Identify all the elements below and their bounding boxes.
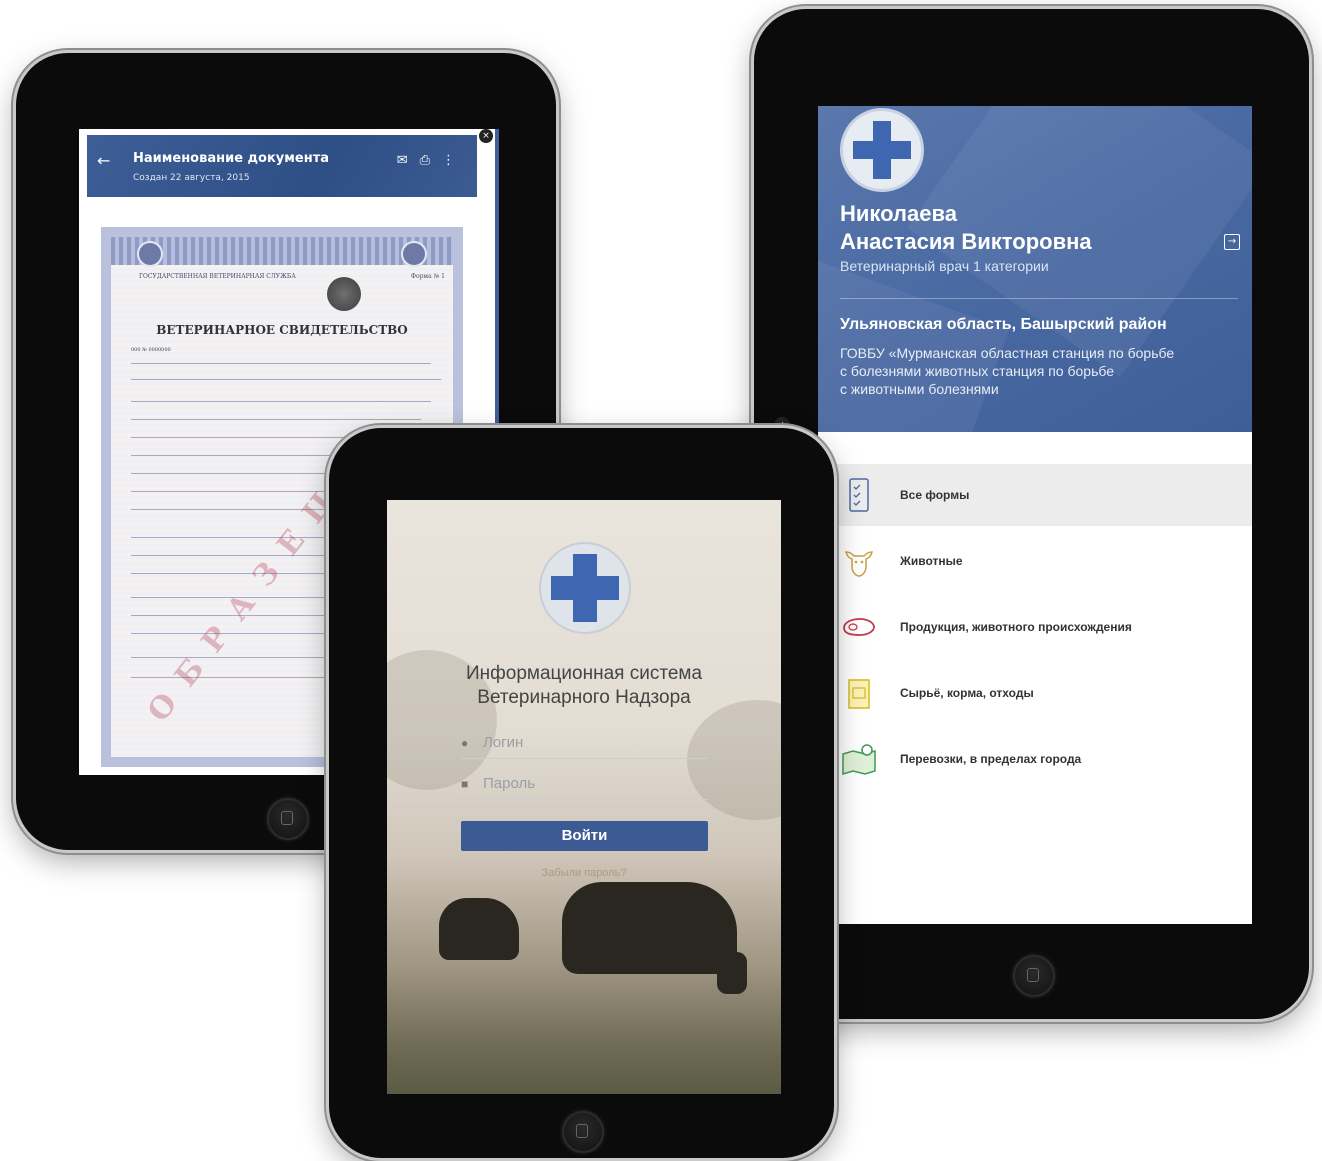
seal-icon (327, 277, 361, 311)
login-button[interactable]: Войти (461, 821, 708, 851)
user-surname: Николаева (840, 201, 957, 226)
menu-label: Продукция, животного происхождения (900, 620, 1132, 634)
specimen-stamp: ОБРАЗЕЦ (141, 471, 353, 729)
checklist-icon (849, 478, 869, 512)
login-placeholder: Логин (483, 734, 524, 751)
document-subtitle: Создан 22 августа, 2015 (133, 173, 250, 183)
logo-cross (853, 141, 911, 159)
certificate-form-number: Форма № 1 (411, 273, 445, 280)
emblem-icon (137, 241, 163, 267)
menu-label: Перевозки, в пределах города (900, 752, 1082, 766)
user-name: Николаева Анастасия Викторовна (840, 200, 1092, 256)
logo-icon (539, 542, 631, 634)
profile-header: Николаева Анастасия Викторовна → Ветерин… (818, 106, 1252, 432)
org-line: с болезнями животных станция по борьбе (840, 363, 1115, 379)
logo-cross (551, 576, 619, 600)
menu-item-all-forms[interactable]: Все формы (818, 464, 1252, 526)
certificate-header: ГОСУДАРСТВЕННАЯ ВЕТЕРИНАРНАЯ СЛУЖБА (139, 273, 296, 280)
certificate-line (131, 379, 441, 380)
cow-head-icon (845, 551, 873, 577)
password-field[interactable]: ■ Пароль (461, 775, 708, 800)
mail-icon[interactable]: ✉ (397, 153, 420, 168)
menu-item-raw-materials[interactable]: Сырьё, корма, отходы (818, 662, 1252, 724)
background-tree (687, 700, 781, 820)
print-icon[interactable]: ⎙ (420, 153, 442, 168)
sack-icon (848, 679, 870, 709)
document-actions: ✉⎙⋮ (397, 153, 467, 168)
user-region: Ульяновская область, Башырский район (840, 316, 1167, 333)
tablet-login: Информационная система Ветеринарного Над… (329, 428, 834, 1158)
profile-screen: Николаева Анастасия Викторовна → Ветерин… (818, 106, 1252, 924)
menu-item-animal-products[interactable]: Продукция, животного происхождения (818, 596, 1252, 658)
tablet-profile: Николаева Анастасия Викторовна → Ветерин… (754, 9, 1309, 1019)
emblem-icon (401, 241, 427, 267)
menu-item-animals[interactable]: Животные (818, 530, 1252, 592)
forgot-password-link[interactable]: Забыли пароль? (387, 867, 781, 879)
login-screen: Информационная система Ветеринарного Над… (387, 500, 781, 1094)
document-title: Наименование документа (133, 151, 330, 166)
app-title-line: Ветеринарного Надзора (477, 687, 691, 708)
certificate-line (131, 401, 431, 402)
logout-icon[interactable]: → (1224, 234, 1240, 250)
certificate-title: ВЕТЕРИНАРНОЕ СВИДЕТЕЛЬСТВО (156, 323, 408, 337)
menu-label: Сырьё, корма, отходы (900, 686, 1034, 700)
menu-label: Все формы (900, 488, 970, 502)
app-title-line: Информационная система (465, 663, 703, 684)
org-line: ГОВБУ «Мурманская областная станция по б… (840, 345, 1175, 361)
login-field[interactable]: ● Логин (461, 734, 708, 759)
home-button[interactable] (267, 798, 309, 840)
map-pin-icon (842, 744, 876, 776)
password-placeholder: Пароль (483, 775, 536, 792)
divider (840, 298, 1238, 299)
user-role: Ветеринарный врач 1 категории (840, 258, 1049, 274)
document-app-bar: ← Наименование документа Создан 22 авгус… (87, 135, 477, 197)
app-title: Информационная система Ветеринарного Над… (387, 662, 781, 710)
home-button[interactable] (562, 1111, 604, 1153)
menu-label: Животные (900, 554, 963, 568)
certificate-number: 000 № 0000000 (131, 347, 171, 353)
user-icon: ● (461, 736, 469, 750)
user-given-name: Анастасия Викторовна (840, 229, 1092, 254)
menu-item-transport[interactable]: Перевозки, в пределах города (818, 728, 1252, 790)
home-button[interactable] (1013, 955, 1055, 997)
org-line: с животными болезнями (840, 381, 999, 397)
cow-head-image (717, 952, 747, 994)
cow-image (439, 898, 519, 960)
more-vert-icon[interactable]: ⋮ (442, 153, 467, 168)
lock-icon: ■ (461, 777, 469, 791)
certificate-line (131, 363, 431, 364)
arrow-left-icon[interactable]: ← (97, 151, 110, 170)
logo-icon (840, 108, 924, 192)
close-icon[interactable]: × (479, 129, 493, 143)
meat-icon (843, 618, 875, 636)
cow-image (562, 882, 737, 974)
user-organization: ГОВБУ «Мурманская областная станция по б… (840, 344, 1235, 398)
certificate-line (131, 419, 421, 420)
